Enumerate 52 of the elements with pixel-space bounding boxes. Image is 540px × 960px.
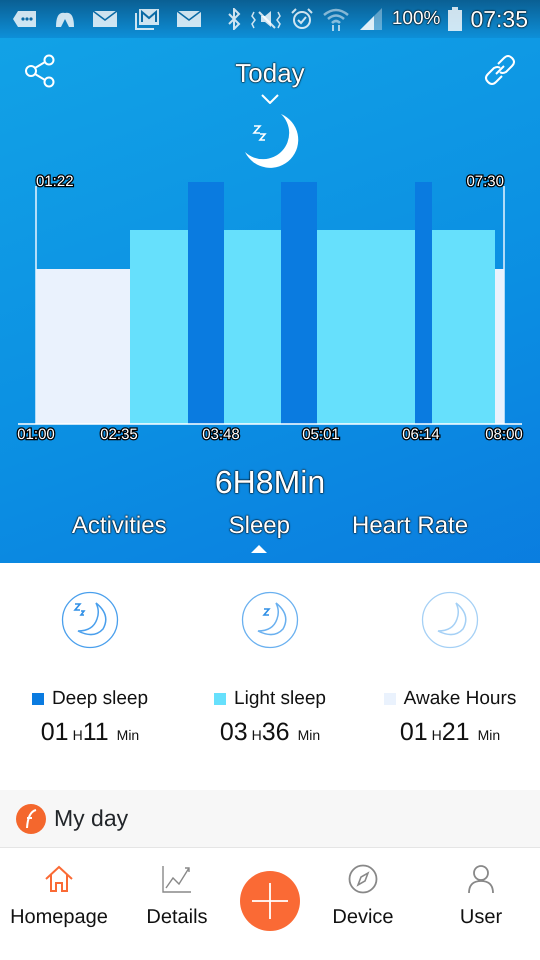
moon-badge-icon (421, 591, 479, 649)
sleep-duration: 6H8Min (214, 463, 326, 502)
nav-item[interactable]: User (426, 864, 536, 932)
nav-item[interactable]: Homepage (4, 864, 114, 932)
moon-badge-icon (61, 591, 119, 649)
legend-label: Deep sleep (52, 687, 148, 711)
section-title: My day (54, 804, 128, 834)
legend-label: Awake Hours (404, 687, 516, 711)
start-time-label: 01:22 (36, 173, 74, 190)
minutes-value: 21 (442, 716, 470, 748)
alarm-icon (290, 7, 314, 31)
minutes-value: 36 (262, 716, 290, 748)
signal-icon (358, 7, 384, 31)
battery-text: 100% (392, 6, 440, 31)
clock-text: 07:35 (470, 4, 528, 34)
hours-unit: H (432, 726, 442, 744)
tab[interactable]: Heart Rate (346, 512, 474, 553)
axis-label: 06:14 (402, 426, 440, 442)
end-time-label: 07:30 (466, 173, 504, 190)
nav-item[interactable]: Device (308, 864, 418, 932)
mail-stack-icon (134, 8, 160, 30)
chevron-down-icon[interactable] (261, 94, 279, 104)
notification-icon (12, 9, 38, 29)
tab[interactable]: Sleep (222, 512, 296, 553)
bluetooth-icon (226, 8, 242, 30)
feather-icon (16, 804, 46, 834)
axis-label: 01:00 (17, 426, 55, 442)
mail-icon (176, 9, 202, 29)
axis-label: 02:35 (100, 426, 138, 442)
legend-label: Light sleep (234, 687, 326, 711)
mail-icon (92, 9, 118, 29)
battery-icon (448, 7, 462, 31)
hours-value: 01 (40, 716, 69, 748)
axis-label: 05:01 (302, 426, 340, 442)
axis-label: 03:48 (202, 426, 240, 442)
nav-item[interactable]: Details (122, 864, 232, 932)
hours-value: 01 (400, 716, 428, 748)
wifi-icon (322, 7, 350, 31)
mute-icon (250, 8, 282, 30)
minutes-unit: Min (116, 726, 140, 744)
plus-icon (251, 882, 289, 920)
hours-unit: H (72, 726, 83, 744)
moon-badge-icon (241, 591, 299, 649)
minutes-unit: Min (478, 726, 500, 744)
axis-label: 08:00 (485, 426, 523, 442)
hours-unit: H (252, 726, 262, 744)
minutes-value: 11 (82, 716, 109, 748)
link-icon[interactable] (484, 54, 516, 86)
tab[interactable]: Activities (66, 512, 173, 553)
share-icon[interactable] (24, 54, 56, 88)
minutes-unit: Min (298, 726, 320, 744)
hours-value: 03 (220, 716, 248, 748)
